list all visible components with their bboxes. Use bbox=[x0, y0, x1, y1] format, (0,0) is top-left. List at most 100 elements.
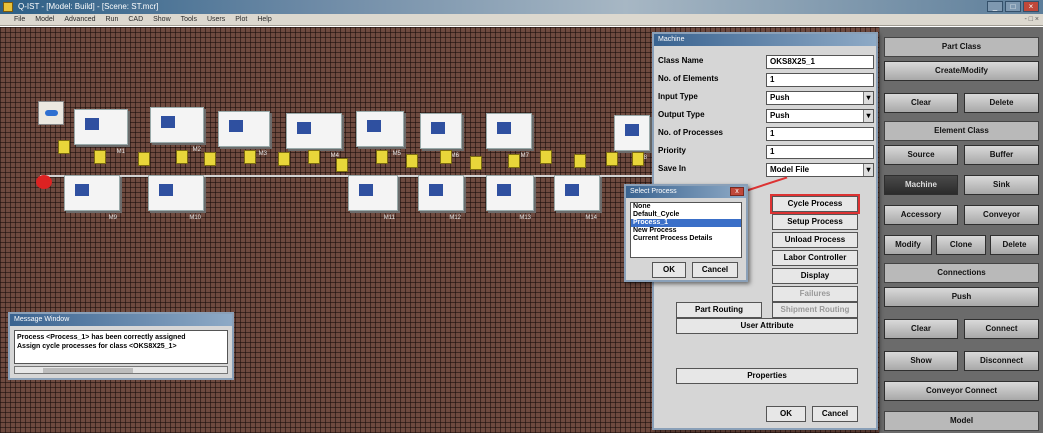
buffer-element[interactable] bbox=[58, 140, 70, 154]
delete-element-button[interactable]: Delete bbox=[990, 235, 1039, 255]
menu-tools[interactable]: Tools bbox=[181, 14, 197, 25]
process-list-item[interactable]: New Process bbox=[631, 227, 741, 235]
push-button[interactable]: Push bbox=[884, 287, 1039, 307]
mdi-controls[interactable]: - □ × bbox=[1024, 14, 1039, 26]
machine-button[interactable]: Machine bbox=[884, 175, 958, 195]
machine-element[interactable]: M2 bbox=[150, 107, 204, 153]
select-ok-button[interactable]: OK bbox=[652, 262, 686, 278]
elements-row: No. of Elements 1 bbox=[658, 72, 874, 88]
machine-element[interactable]: M4 bbox=[286, 113, 342, 159]
clone-button[interactable]: Clone bbox=[936, 235, 986, 255]
buffer-element[interactable] bbox=[278, 152, 290, 166]
process-list-item-selected[interactable]: Process_1 bbox=[631, 219, 741, 227]
display-button[interactable]: Display bbox=[772, 268, 858, 284]
buffer-element[interactable] bbox=[406, 154, 418, 168]
cycle-process-button[interactable]: Cycle Process bbox=[770, 194, 860, 214]
machine-element[interactable]: M5 bbox=[356, 111, 404, 157]
part-routing-button[interactable]: Part Routing bbox=[676, 302, 762, 318]
show-button[interactable]: Show bbox=[884, 351, 958, 371]
delete-part-button[interactable]: Delete bbox=[964, 93, 1039, 113]
machine-element[interactable]: M3 bbox=[218, 111, 270, 157]
buffer-element[interactable] bbox=[376, 150, 388, 164]
buffer-element[interactable] bbox=[336, 158, 348, 172]
machine-element[interactable]: M13 bbox=[486, 175, 534, 221]
menu-model[interactable]: Model bbox=[35, 14, 54, 25]
clear-connection-button[interactable]: Clear bbox=[884, 319, 958, 339]
menu-run[interactable]: Run bbox=[106, 14, 119, 25]
properties-button[interactable]: Properties bbox=[676, 368, 858, 384]
field-label: Save In bbox=[658, 164, 687, 173]
create-modify-button[interactable]: Create/Modify bbox=[884, 61, 1039, 81]
close-icon[interactable]: x bbox=[730, 187, 744, 196]
labor-controller-button[interactable]: Labor Controller bbox=[772, 250, 858, 266]
machine-window-icon bbox=[75, 184, 89, 196]
input-type-select[interactable]: Push bbox=[766, 91, 874, 105]
machine-window-icon bbox=[297, 122, 311, 134]
cancel-button[interactable]: Cancel bbox=[812, 406, 858, 422]
conveyor-connect-button[interactable]: Conveyor Connect bbox=[884, 381, 1039, 401]
priority-input[interactable]: 1 bbox=[766, 145, 874, 159]
buffer-element[interactable] bbox=[508, 154, 520, 168]
save-in-select[interactable]: Model File bbox=[766, 163, 874, 177]
class-name-input[interactable]: OKS8X25_1 bbox=[766, 55, 874, 69]
menu-plot[interactable]: Plot bbox=[235, 14, 247, 25]
buffer-button[interactable]: Buffer bbox=[964, 145, 1039, 165]
process-list-item[interactable]: Current Process Details bbox=[631, 235, 741, 243]
buffer-element[interactable] bbox=[632, 152, 644, 166]
class-name-row: Class Name OKS8X25_1 bbox=[658, 54, 874, 70]
source-button[interactable]: Source bbox=[884, 145, 958, 165]
machine-element[interactable]: M8 bbox=[614, 115, 650, 161]
process-list[interactable]: None Default_Cycle Process_1 New Process… bbox=[630, 202, 742, 258]
menu-cad[interactable]: CAD bbox=[128, 14, 143, 25]
buffer-element[interactable] bbox=[606, 152, 618, 166]
buffer-element[interactable] bbox=[176, 150, 188, 164]
message-scrollbar[interactable] bbox=[14, 366, 228, 374]
buffer-element[interactable] bbox=[440, 150, 452, 164]
user-attribute-button[interactable]: User Attribute bbox=[676, 318, 858, 334]
buffer-element[interactable] bbox=[540, 150, 552, 164]
unload-process-button[interactable]: Unload Process bbox=[772, 232, 858, 248]
conveyor-button[interactable]: Conveyor bbox=[964, 205, 1039, 225]
elements-input[interactable]: 1 bbox=[766, 73, 874, 87]
buffer-element[interactable] bbox=[94, 150, 106, 164]
buffer-element[interactable] bbox=[574, 154, 586, 168]
machine-element[interactable]: M7 bbox=[486, 113, 532, 159]
buffer-element[interactable] bbox=[308, 150, 320, 164]
setup-process-button[interactable]: Setup Process bbox=[772, 214, 858, 230]
processes-input[interactable]: 1 bbox=[766, 127, 874, 141]
disconnect-button[interactable]: Disconnect bbox=[964, 351, 1039, 371]
process-list-item[interactable]: None bbox=[631, 203, 741, 211]
machine-element[interactable]: M9 bbox=[64, 175, 120, 221]
buffer-element[interactable] bbox=[138, 152, 150, 166]
menu-users[interactable]: Users bbox=[207, 14, 225, 25]
machine-element[interactable]: M6 bbox=[420, 113, 462, 159]
ok-button[interactable]: OK bbox=[766, 406, 806, 422]
machine-element[interactable]: M11 bbox=[348, 175, 398, 221]
output-type-select[interactable]: Push bbox=[766, 109, 874, 123]
machine-element[interactable]: M1 bbox=[74, 109, 128, 155]
select-cancel-button[interactable]: Cancel bbox=[692, 262, 738, 278]
process-list-item[interactable]: Default_Cycle bbox=[631, 211, 741, 219]
message-window: Message Window Process <Process_1> has b… bbox=[8, 312, 234, 380]
clear-part-button[interactable]: Clear bbox=[884, 93, 958, 113]
maximize-button[interactable]: □ bbox=[1005, 1, 1021, 12]
menu-advanced[interactable]: Advanced bbox=[64, 14, 95, 25]
menu-help[interactable]: Help bbox=[257, 14, 271, 25]
connect-button[interactable]: Connect bbox=[964, 319, 1039, 339]
menu-show[interactable]: Show bbox=[153, 14, 171, 25]
machine-element[interactable]: M12 bbox=[418, 175, 464, 221]
machine-element[interactable]: M10 bbox=[148, 175, 204, 221]
modify-button[interactable]: Modify bbox=[884, 235, 932, 255]
buffer-element[interactable] bbox=[244, 150, 256, 164]
sink-button[interactable]: Sink bbox=[964, 175, 1039, 195]
minimize-button[interactable]: _ bbox=[987, 1, 1003, 12]
menu-file[interactable]: File bbox=[14, 14, 25, 25]
accessory-button[interactable]: Accessory bbox=[884, 205, 958, 225]
buffer-element[interactable] bbox=[204, 152, 216, 166]
close-button[interactable]: × bbox=[1023, 1, 1039, 12]
buffer-element[interactable] bbox=[470, 156, 482, 170]
scrollbar-thumb[interactable] bbox=[43, 368, 133, 373]
source-element-icon[interactable] bbox=[36, 175, 52, 189]
field-label: Priority bbox=[658, 146, 687, 155]
machine-element[interactable]: M14 bbox=[554, 175, 600, 221]
